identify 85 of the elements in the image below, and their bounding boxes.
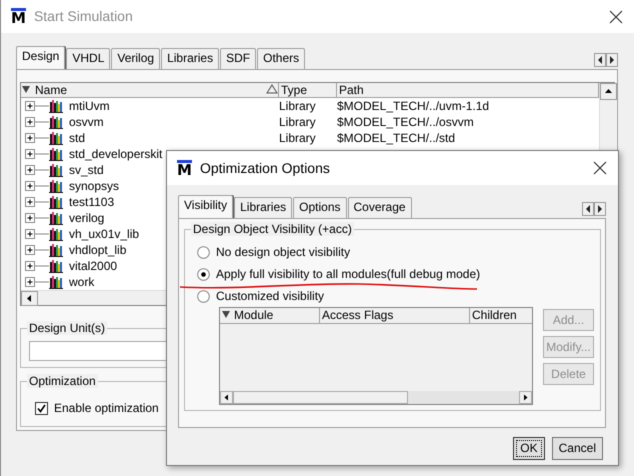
- scroll-right-icon[interactable]: [519, 391, 532, 404]
- library-name[interactable]: vhdlopt_lib: [69, 243, 126, 257]
- group-label: Design Unit(s): [27, 321, 108, 335]
- tab[interactable]: Design: [16, 46, 66, 69]
- library-icon: [49, 275, 63, 289]
- library-icon: [49, 115, 63, 129]
- radio-button[interactable]: [197, 268, 210, 280]
- tab[interactable]: Verilog: [111, 48, 160, 69]
- library-path: $MODEL_TECH/../uvm-1.1d: [337, 99, 490, 113]
- library-name[interactable]: sv_std: [69, 163, 104, 177]
- tab-scroll-arrows-icon[interactable]: [582, 202, 606, 216]
- column-header-label: Name: [35, 83, 68, 97]
- window-title: Start Simulation: [34, 7, 133, 26]
- column-header[interactable]: Children: [470, 308, 532, 323]
- library-name[interactable]: verilog: [69, 211, 104, 225]
- library-name[interactable]: std_developerskit: [69, 147, 162, 161]
- tab[interactable]: SDF: [220, 48, 256, 69]
- library-icon: [49, 259, 63, 273]
- tab[interactable]: Libraries: [234, 197, 292, 218]
- sort-ascending-icon[interactable]: [266, 83, 278, 95]
- expand-icon[interactable]: [25, 212, 49, 224]
- expand-icon[interactable]: [25, 116, 49, 128]
- expand-icon[interactable]: [25, 260, 49, 272]
- expand-icon[interactable]: [25, 132, 49, 144]
- close-icon[interactable]: [592, 160, 608, 176]
- library-icon: [49, 179, 63, 193]
- scroll-left-icon[interactable]: [220, 391, 233, 404]
- radio-label: No design object visibility: [216, 245, 350, 259]
- tab-scroll-arrows-icon[interactable]: [594, 53, 618, 67]
- library-name[interactable]: vital2000: [69, 259, 118, 273]
- checkbox-label: Enable optimization: [54, 401, 159, 415]
- expand-icon[interactable]: [25, 276, 49, 288]
- library-name[interactable]: std: [69, 131, 86, 145]
- app-logo: M: [11, 8, 26, 25]
- library-icon: [49, 147, 63, 161]
- library-icon: [49, 211, 63, 225]
- column-header[interactable]: Access Flags: [320, 308, 470, 323]
- expand-icon[interactable]: [25, 164, 49, 176]
- tab[interactable]: Others: [257, 48, 306, 69]
- app-logo: M: [177, 160, 192, 176]
- library-icon: [49, 99, 63, 113]
- tab[interactable]: Libraries: [161, 48, 220, 69]
- scroll-up-icon[interactable]: [600, 83, 617, 100]
- expand-icon[interactable]: [25, 244, 49, 256]
- library-icon: [49, 227, 63, 241]
- library-name[interactable]: vh_ux01v_lib: [69, 227, 140, 241]
- expand-icon[interactable]: [25, 228, 49, 240]
- library-name[interactable]: work: [69, 275, 94, 289]
- library-path: $MODEL_TECH/../osvvm: [337, 115, 474, 129]
- column-header[interactable]: Module: [232, 308, 320, 323]
- expand-icon[interactable]: [25, 196, 49, 208]
- expand-icon[interactable]: [25, 180, 49, 192]
- tab[interactable]: VHDL: [66, 48, 110, 69]
- library-icon: [49, 243, 63, 257]
- group-label: Design Object Visibility (+acc): [191, 222, 354, 236]
- library-name[interactable]: mtiUvm: [69, 99, 110, 113]
- radio-label: Apply full visibility to all modules(full debug mode): [216, 267, 480, 281]
- column-header[interactable]: Type: [279, 83, 337, 97]
- scroll-left-icon[interactable]: [21, 291, 38, 306]
- tab[interactable]: Visibility: [178, 195, 234, 218]
- window-title: Optimization Options: [200, 158, 330, 178]
- scroll-thumb[interactable]: [233, 391, 408, 404]
- library-name[interactable]: osvvm: [69, 115, 104, 129]
- dialog-button[interactable]: OK: [513, 437, 545, 460]
- library-type: Library: [279, 131, 317, 145]
- dialog-button[interactable]: Cancel: [552, 437, 603, 460]
- library-name[interactable]: test1103: [69, 195, 114, 209]
- library-type: Library: [279, 115, 317, 129]
- checkbox[interactable]: [35, 402, 48, 414]
- tab[interactable]: Options: [293, 197, 347, 218]
- radio-button[interactable]: [197, 246, 210, 258]
- expand-icon[interactable]: [25, 100, 49, 112]
- library-type: Library: [279, 99, 317, 113]
- library-icon: [49, 131, 63, 145]
- group-label: Optimization: [27, 374, 98, 388]
- expand-icon[interactable]: [25, 148, 49, 160]
- close-icon[interactable]: [608, 8, 624, 24]
- radio-button[interactable]: [197, 290, 210, 302]
- library-name[interactable]: synopsys: [69, 179, 120, 193]
- horizontal-scrollbar[interactable]: [220, 391, 532, 404]
- library-icon: [49, 195, 63, 209]
- radio-label: Customized visibility: [216, 289, 324, 303]
- tab[interactable]: Coverage: [348, 197, 412, 218]
- library-icon: [49, 163, 63, 177]
- library-path: $MODEL_TECH/../std: [337, 131, 456, 145]
